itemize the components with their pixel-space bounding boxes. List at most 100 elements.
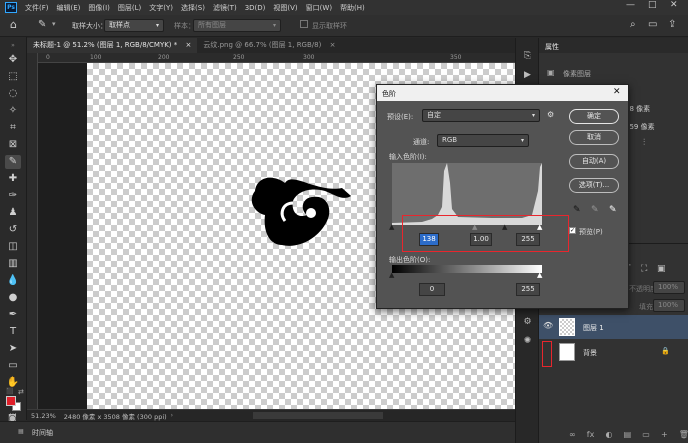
menu-help[interactable]: 帮助(H) (340, 3, 365, 13)
dialog-title-bar[interactable]: 色阶 ✕ (377, 85, 628, 101)
smart-filter-icon[interactable]: ▣ (657, 264, 666, 274)
layer-name[interactable]: 背景 (583, 348, 597, 358)
light-icon[interactable]: ✺ (521, 335, 534, 347)
output-white-field[interactable]: 255 (516, 283, 540, 296)
menu-layer[interactable]: 图层(L) (118, 3, 141, 13)
lock-icon[interactable]: 🔒 (661, 347, 670, 355)
options-button[interactable]: 选项(T)... (569, 178, 619, 193)
show-ring-checkbox[interactable] (300, 20, 308, 28)
shape-tool-icon[interactable]: ▭ (5, 359, 21, 373)
eyedropper-tool-icon[interactable]: ✎ (38, 19, 46, 30)
opacity-field[interactable]: 100% (653, 281, 685, 294)
properties-tab[interactable]: 属性 (545, 42, 559, 52)
menu-file[interactable]: 文件(F) (25, 3, 49, 13)
layer-row-background[interactable]: 背景 🔒 (539, 340, 688, 364)
stamp-tool-icon[interactable]: ♟ (5, 206, 21, 220)
play-action-icon[interactable]: ▶ (521, 69, 534, 81)
lasso-tool-icon[interactable]: ◌ (5, 87, 21, 101)
tab-untitled-1[interactable]: 未标题-1 @ 51.2% (图层 1, RGB/8/CMYK) * × (27, 38, 198, 53)
close-icon[interactable]: × (186, 41, 192, 49)
new-layer-icon[interactable]: + (661, 430, 668, 439)
maximize-button[interactable]: □ (648, 0, 657, 10)
preview-checkbox[interactable]: ✓ (569, 227, 576, 234)
horizontal-scrollbar[interactable] (253, 412, 384, 419)
sample-size-select[interactable]: 取样点 ▾ (104, 19, 164, 32)
white-eyedropper-icon[interactable]: ✎ (609, 205, 617, 215)
mask-icon[interactable]: ▤ (624, 430, 632, 439)
properties-icon[interactable]: ⚙ (521, 316, 534, 328)
group-icon[interactable]: ▭ (642, 430, 650, 439)
sample-label: 样本： (174, 22, 195, 30)
trash-icon[interactable]: 🗑 (679, 430, 688, 439)
history-icon[interactable]: ⎘ (521, 50, 534, 62)
height-value[interactable]: 359 像素 (625, 122, 655, 132)
menu-type[interactable]: 文字(Y) (149, 3, 173, 13)
align-icon[interactable]: ⫶ (643, 138, 645, 148)
visibility-eye-icon[interactable]: 👁 (543, 321, 553, 330)
menu-view[interactable]: 视图(V) (273, 3, 297, 13)
menu-window[interactable]: 窗口(W) (306, 3, 332, 13)
menu-3d[interactable]: 3D(D) (245, 4, 266, 12)
menu-edit[interactable]: 编辑(E) (57, 3, 81, 13)
healing-brush-tool-icon[interactable]: ✚ (5, 172, 21, 186)
auto-button[interactable]: 自动(A) (569, 154, 619, 169)
preset-options-gear-icon[interactable]: ⚙ (547, 110, 554, 119)
chevron-right-icon[interactable]: › (171, 412, 173, 419)
pen-tool-icon[interactable]: ✒ (5, 308, 21, 322)
brush-tool-icon[interactable]: ✑ (5, 189, 21, 203)
output-white-handle[interactable]: ▲ (537, 271, 542, 279)
home-icon[interactable]: ⌂ (10, 18, 17, 31)
magic-wand-tool-icon[interactable]: ✧ (5, 104, 21, 118)
blur-tool-icon[interactable]: 💧 (5, 274, 21, 288)
zoom-level[interactable]: 51.23% (31, 412, 56, 420)
swap-colors-icon[interactable]: ⇄ (18, 388, 24, 396)
fill-field[interactable]: 100% (653, 299, 685, 312)
tab-yunwen[interactable]: 云纹.png @ 66.7% (图层 1, RGB/8) × (197, 38, 341, 53)
sample-select[interactable]: 所有图层 ▾ (193, 19, 281, 32)
preset-select[interactable]: 自定 ▾ (422, 109, 540, 122)
path-selection-tool-icon[interactable]: ➤ (5, 342, 21, 356)
dodge-tool-icon[interactable]: ● (5, 291, 21, 305)
fx-icon[interactable]: fx (587, 430, 595, 439)
adjustment-layer-icon[interactable]: ◐ (605, 430, 612, 439)
eyedropper-tool-icon[interactable]: ✎ (5, 155, 21, 169)
type-tool-icon[interactable]: T (5, 325, 21, 339)
close-icon[interactable]: × (330, 41, 336, 49)
output-levels-slider[interactable]: ▲ ▲ (389, 271, 542, 279)
ok-button[interactable]: 确定 (569, 109, 619, 124)
black-point-handle[interactable]: ▲ (389, 223, 394, 231)
cancel-button[interactable]: 取消 (569, 130, 619, 145)
workspace-icon[interactable]: ▭ (648, 19, 657, 30)
history-brush-tool-icon[interactable]: ↺ (5, 223, 21, 237)
foreground-color-swatch[interactable] (6, 396, 16, 406)
black-eyedropper-icon[interactable]: ✎ (573, 205, 581, 215)
share-icon[interactable]: ⇪ (668, 19, 676, 30)
frame-tool-icon[interactable]: ⊠ (5, 138, 21, 152)
menu-image[interactable]: 图像(I) (88, 3, 110, 13)
marquee-tool-icon[interactable]: ⬚ (5, 70, 21, 84)
menu-select[interactable]: 选择(S) (181, 3, 205, 13)
visibility-toggle-highlight[interactable] (542, 341, 552, 367)
eraser-tool-icon[interactable]: ◫ (5, 240, 21, 254)
output-black-handle[interactable]: ▲ (389, 271, 394, 279)
move-tool-icon[interactable]: ✥ (5, 53, 21, 67)
layer-row-layer1[interactable]: 👁 图层 1 (539, 315, 688, 339)
shape-filter-icon[interactable]: ⛶ (641, 264, 647, 274)
close-window-button[interactable]: ✕ (670, 0, 678, 10)
tool-preset-chevron-icon[interactable]: ▾ (52, 20, 56, 28)
gray-eyedropper-icon[interactable]: ✎ (591, 205, 599, 215)
timeline-panel: ▦ 时间轴 (0, 421, 515, 443)
gradient-tool-icon[interactable]: ▥ (5, 257, 21, 271)
menu-filter[interactable]: 滤镜(T) (213, 3, 237, 13)
collapse-toolbar-icon[interactable]: » (5, 39, 21, 53)
timeline-label[interactable]: 时间轴 (32, 428, 53, 438)
close-icon[interactable]: ✕ (613, 87, 621, 97)
default-colors-icon[interactable]: ⬛ (6, 388, 13, 395)
minimize-button[interactable]: — (626, 0, 635, 10)
channel-select[interactable]: RGB ▾ (437, 134, 529, 147)
link-layers-icon[interactable]: ∞ (569, 430, 576, 439)
search-icon[interactable]: ⌕ (630, 19, 636, 30)
output-black-field[interactable]: 0 (419, 283, 445, 296)
crop-tool-icon[interactable]: ⌗ (5, 121, 21, 135)
layer-name[interactable]: 图层 1 (583, 323, 604, 333)
